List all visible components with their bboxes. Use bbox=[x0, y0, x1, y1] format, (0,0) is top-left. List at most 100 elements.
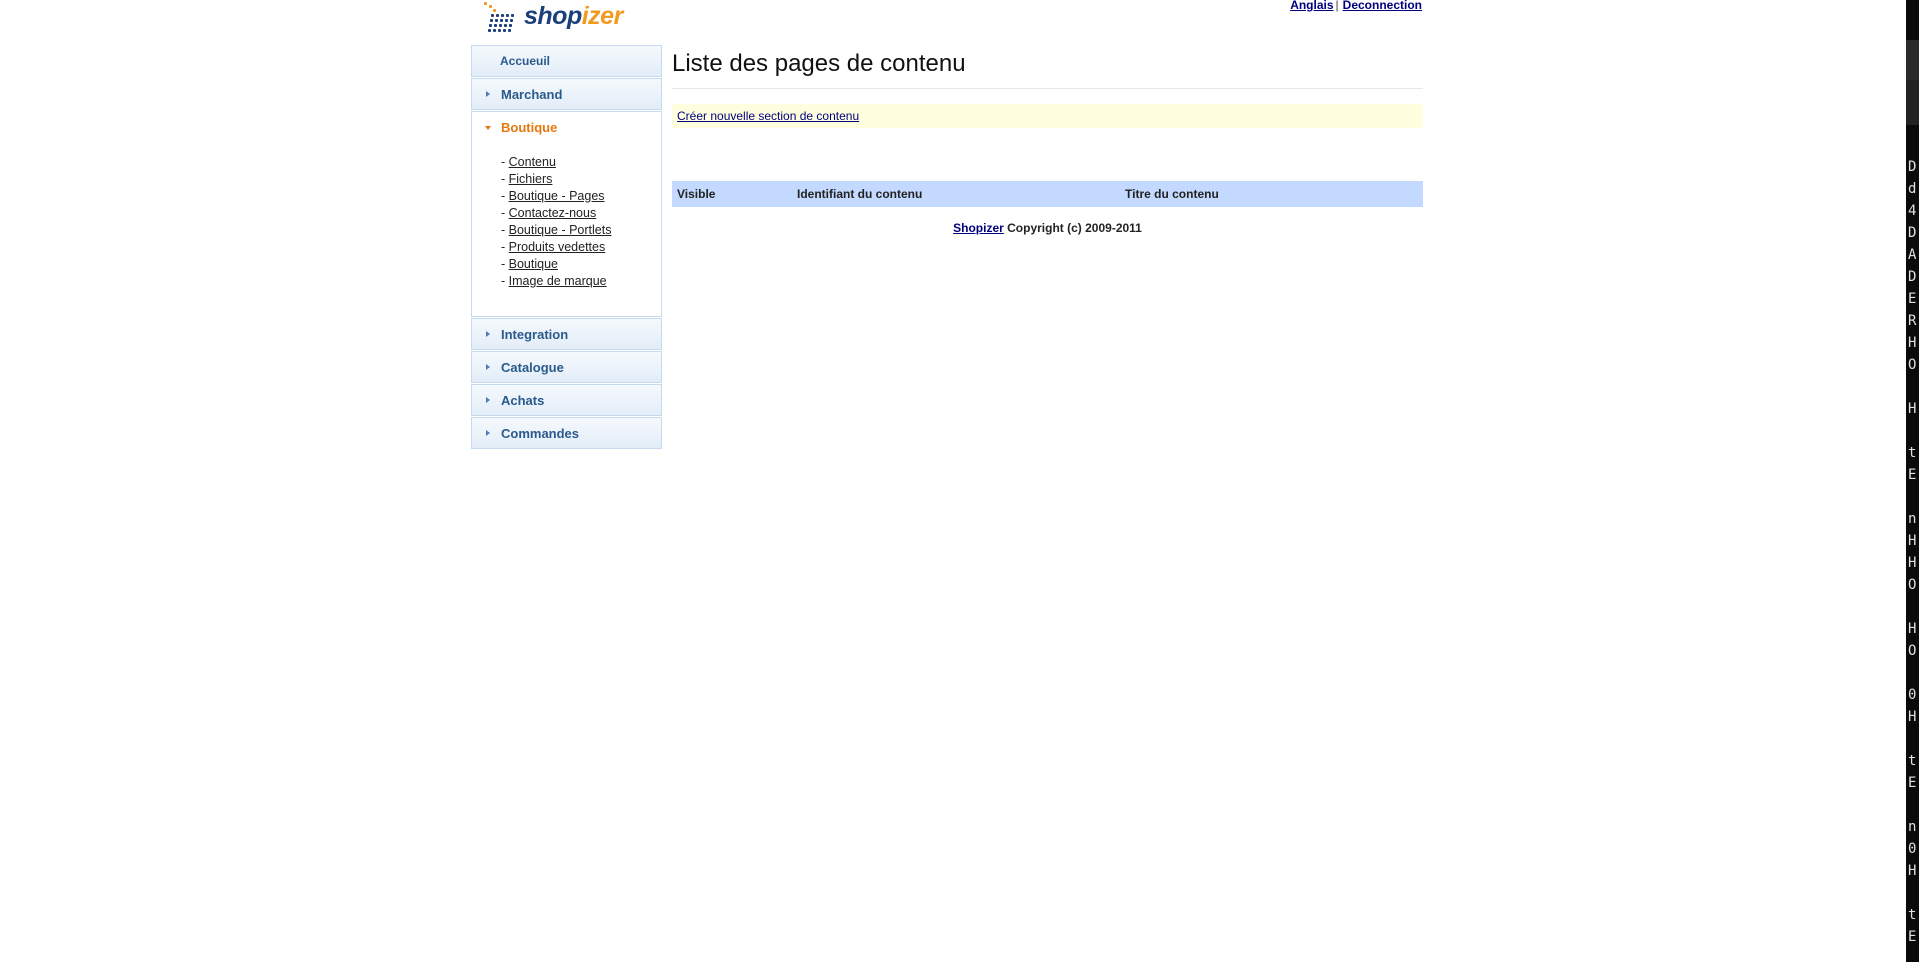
page-title: Liste des pages de contenu bbox=[672, 50, 1423, 89]
column-header-visible[interactable]: Visible bbox=[672, 187, 797, 201]
logo-dot bbox=[493, 9, 496, 12]
submenu-item: - Boutique bbox=[501, 257, 558, 271]
submenu-item: - Contenu bbox=[501, 155, 556, 169]
sidebar-item-label: Achats bbox=[501, 392, 545, 408]
logo-dot bbox=[499, 24, 502, 27]
terminal-char: H bbox=[1908, 555, 1917, 571]
terminal-scrollbar[interactable] bbox=[1906, 40, 1919, 80]
logo-dot bbox=[489, 24, 492, 27]
logo-dot bbox=[491, 14, 494, 17]
logo-dot bbox=[501, 14, 504, 17]
logo-dot bbox=[489, 5, 492, 8]
logo-dot bbox=[509, 24, 512, 27]
terminal-char: D bbox=[1908, 225, 1917, 241]
submenu-item: - Boutique - Portlets bbox=[501, 223, 612, 237]
logo-dot bbox=[495, 19, 498, 22]
logo-dot bbox=[493, 29, 496, 32]
submenu-link-boutique-pages[interactable]: Boutique - Pages bbox=[509, 189, 605, 203]
language-link[interactable]: Anglais bbox=[1290, 0, 1333, 12]
terminal-char: t bbox=[1908, 445, 1917, 461]
submenu-link-image-de-marque[interactable]: Image de marque bbox=[509, 274, 607, 288]
logo-dot bbox=[490, 19, 493, 22]
sidebar-item-integration[interactable]: Integration bbox=[471, 318, 662, 350]
submenu-link-boutique[interactable]: Boutique bbox=[509, 257, 558, 271]
submenu-link-contenu[interactable]: Contenu bbox=[509, 155, 556, 169]
chevron-right-icon bbox=[486, 364, 490, 370]
terminal-char: t bbox=[1908, 907, 1917, 923]
logo-dot bbox=[496, 14, 499, 17]
logo-dot bbox=[484, 2, 487, 5]
terminal-char: H bbox=[1908, 335, 1917, 351]
sidebar-item-marchand[interactable]: Marchand bbox=[471, 78, 662, 110]
chevron-right-icon bbox=[486, 91, 490, 97]
footer: Shopizer Copyright (c) 2009-2011 bbox=[672, 221, 1423, 235]
logo-text: shopizer bbox=[524, 1, 623, 30]
logo-dot bbox=[511, 14, 514, 17]
shopizer-logo[interactable]: shopizer bbox=[482, 0, 623, 34]
sidebar-item-label: Commandes bbox=[501, 425, 580, 441]
sidebar-item-catalogue[interactable]: Catalogue bbox=[471, 351, 662, 383]
chevron-right-icon bbox=[486, 331, 490, 337]
logo-dot bbox=[510, 19, 513, 22]
column-header-content-id[interactable]: Identifiant du contenu bbox=[797, 187, 1125, 201]
terminal-char: n bbox=[1908, 819, 1917, 835]
submenu-item: - Fichiers bbox=[501, 172, 553, 186]
chevron-down-icon bbox=[485, 125, 491, 130]
terminal-char: H bbox=[1908, 401, 1917, 417]
submenu-link-boutique-portlets[interactable]: Boutique - Portlets bbox=[509, 223, 612, 237]
chevron-right-icon bbox=[486, 397, 490, 403]
logo-dot bbox=[503, 29, 506, 32]
terminal-char: R bbox=[1908, 313, 1917, 329]
sidebar-nav: Accueuil Marchand Boutique - Contenu - F… bbox=[471, 45, 662, 450]
terminal-char: E bbox=[1908, 467, 1917, 483]
sidebar-item-commandes[interactable]: Commandes bbox=[471, 417, 662, 449]
sidebar-item-achats[interactable]: Achats bbox=[471, 384, 662, 416]
footer-copyright: Copyright (c) 2009-2011 bbox=[1003, 221, 1142, 235]
terminal-char: H bbox=[1908, 863, 1917, 879]
terminal-char: E bbox=[1908, 929, 1917, 945]
logo-dot bbox=[500, 19, 503, 22]
footer-shopizer-link[interactable]: Shopizer bbox=[953, 221, 1004, 235]
terminal-strip: Dd4DADERHOHtEnHHOHO0HtEn0HtE bbox=[1906, 0, 1919, 962]
terminal-char: O bbox=[1908, 357, 1917, 373]
sidebar-item-label: Integration bbox=[501, 326, 569, 342]
terminal-char: A bbox=[1908, 247, 1917, 263]
submenu-link-fichiers[interactable]: Fichiers bbox=[509, 172, 553, 186]
logo-dot bbox=[504, 24, 507, 27]
terminal-char: D bbox=[1908, 159, 1917, 175]
logo-dot bbox=[508, 29, 511, 32]
terminal-char: 0 bbox=[1908, 841, 1917, 857]
action-bar: Créer nouvelle section de contenu bbox=[672, 104, 1423, 128]
create-content-section-link[interactable]: Créer nouvelle section de contenu bbox=[677, 109, 859, 123]
submenu-item: - Image de marque bbox=[501, 274, 607, 288]
logo-dot bbox=[505, 19, 508, 22]
terminal-char: O bbox=[1908, 577, 1917, 593]
terminal-char: E bbox=[1908, 775, 1917, 791]
terminal-char: 0 bbox=[1908, 687, 1917, 703]
terminal-char: d bbox=[1908, 181, 1917, 197]
sidebar-item-boutique[interactable]: Boutique bbox=[471, 111, 662, 143]
logout-link[interactable]: Deconnection bbox=[1343, 0, 1422, 12]
terminal-char: H bbox=[1908, 533, 1917, 549]
sidebar-item-accueil[interactable]: Accueuil bbox=[471, 45, 662, 77]
terminal-char: D bbox=[1908, 269, 1917, 285]
terminal-char: n bbox=[1908, 511, 1917, 527]
main-content: Liste des pages de contenu Créer nouvell… bbox=[672, 45, 1423, 235]
submenu-item: - Boutique - Pages bbox=[501, 189, 605, 203]
sidebar-item-label: Accueuil bbox=[500, 54, 551, 68]
logo-dot bbox=[506, 14, 509, 17]
terminal-char: 4 bbox=[1908, 203, 1917, 219]
logo-dot bbox=[494, 24, 497, 27]
submenu-link-contactez-nous[interactable]: Contactez-nous bbox=[509, 206, 597, 220]
submenu-item: - Produits vedettes bbox=[501, 240, 606, 254]
chevron-right-icon bbox=[486, 430, 490, 436]
sidebar-item-label: Catalogue bbox=[501, 359, 564, 375]
terminal-char: t bbox=[1908, 753, 1917, 769]
page: shopizer Anglais | Deconnection Accueuil M… bbox=[0, 0, 1919, 962]
terminal-char: H bbox=[1908, 621, 1917, 637]
terminal-char: H bbox=[1908, 709, 1917, 725]
boutique-submenu: - Contenu - Fichiers - Boutique - Pages … bbox=[471, 143, 662, 317]
column-header-content-title[interactable]: Titre du contenu bbox=[1125, 187, 1423, 201]
submenu-link-produits-vedettes[interactable]: Produits vedettes bbox=[509, 240, 606, 254]
terminal-char: O bbox=[1908, 643, 1917, 659]
